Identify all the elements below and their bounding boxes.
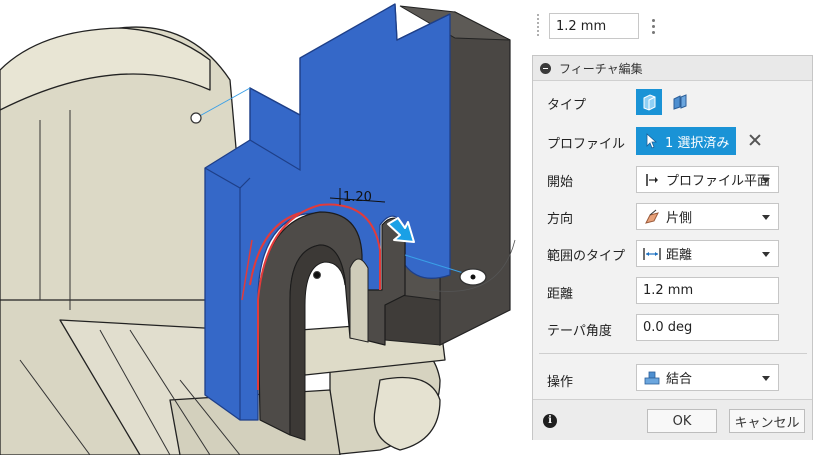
direction-label: 方向 <box>547 212 574 227</box>
type-solid-button[interactable] <box>636 89 662 115</box>
more-options-icon[interactable] <box>648 14 658 38</box>
distance-extent-icon <box>643 246 661 262</box>
panel-footer: i OK キャンセル <box>533 399 812 440</box>
start-label: 開始 <box>547 175 574 190</box>
direction-dropdown[interactable]: 片側 <box>636 203 779 230</box>
u-slot-back <box>349 258 369 343</box>
distance-value-input[interactable]: 1.2 mm <box>549 13 639 39</box>
dimension-label: 1.20 <box>343 190 372 205</box>
info-icon[interactable]: i <box>543 414 557 428</box>
sketch-point-handle <box>190 112 202 124</box>
distance-field[interactable]: 1.2 mm <box>636 277 779 304</box>
ok-button[interactable]: OK <box>647 409 717 433</box>
operation-label: 操作 <box>547 375 574 390</box>
cursor-arrow-icon <box>646 133 658 149</box>
start-dropdown[interactable]: プロファイル平面 <box>636 166 779 193</box>
join-icon <box>643 370 661 386</box>
section-divider <box>539 353 807 354</box>
cancel-button[interactable]: キャンセル <box>729 409 805 433</box>
panel-header[interactable]: フィーチャ編集 <box>533 56 812 81</box>
thin-extrude-icon <box>673 94 687 110</box>
one-side-icon <box>643 209 661 225</box>
chevron-down-icon <box>762 215 770 220</box>
value-box-grip[interactable] <box>537 14 545 36</box>
profile-selection-text: 1 選択済み <box>665 135 730 151</box>
direction-value: 片側 <box>666 211 693 226</box>
profile-label: プロファイル <box>547 137 626 152</box>
operation-value: 結合 <box>666 372 693 387</box>
profile-selection-button[interactable]: 1 選択済み <box>636 127 736 155</box>
lower-cylinder-cap <box>373 376 441 451</box>
collapse-icon[interactable] <box>540 62 551 74</box>
profile-plane-icon <box>643 172 661 188</box>
start-value: プロファイル平面 <box>666 174 771 189</box>
distance-label: 距離 <box>547 287 574 302</box>
clear-selection-icon[interactable] <box>747 132 763 148</box>
taper-angle-field[interactable]: 0.0 deg <box>636 314 779 341</box>
type-thin-button[interactable] <box>667 89 693 115</box>
extent-type-label: 範囲のタイプ <box>547 249 626 264</box>
feature-edit-panel: フィーチャ編集 タイプ プロファイル 1 選択済み 開始 プロファイル平面 方向 <box>532 55 813 440</box>
operation-dropdown[interactable]: 結合 <box>636 364 779 391</box>
chevron-down-icon <box>762 178 770 183</box>
panel-title: フィーチャ編集 <box>559 61 643 76</box>
extent-type-dropdown[interactable]: 距離 <box>636 240 779 267</box>
type-label: タイプ <box>547 98 587 113</box>
extent-type-value: 距離 <box>666 248 693 263</box>
solid-extrude-icon <box>643 94 656 111</box>
chevron-down-icon <box>762 252 770 257</box>
chevron-down-icon <box>762 376 770 381</box>
taper-angle-label: テーパ角度 <box>547 324 612 339</box>
